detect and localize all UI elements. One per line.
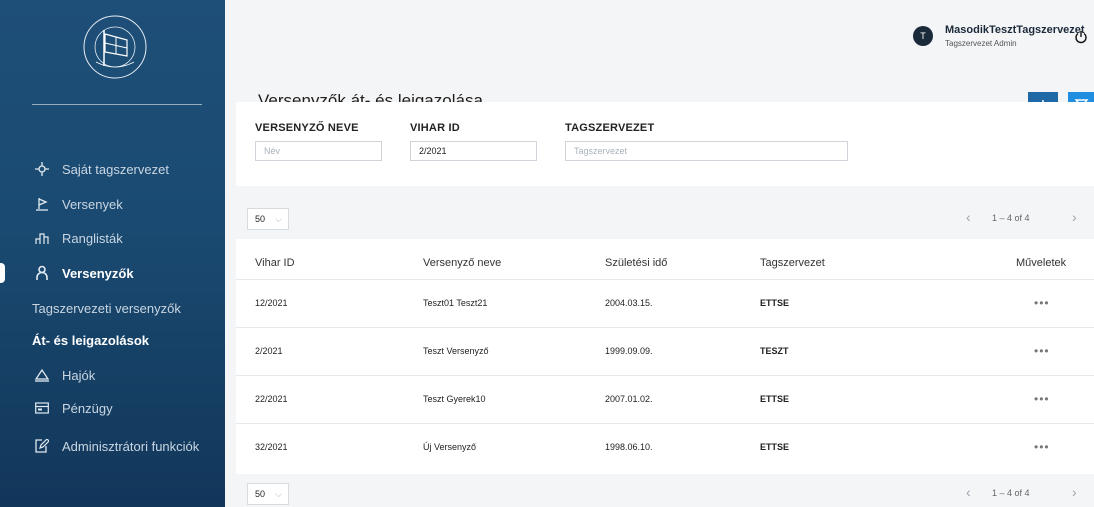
cell-vihar-id: 12/2021: [255, 298, 288, 308]
table-row[interactable]: 22/2021 Teszt Gyerek10 2007.01.02. ETTSE…: [236, 375, 1094, 423]
user-name: MasodikTesztTagszervezet: [945, 24, 1085, 36]
cell-name: Teszt Gyerek10: [423, 394, 486, 404]
user-role: Tagszervezet Admin: [945, 39, 1017, 48]
cell-birthdate: 2004.03.15.: [605, 298, 653, 308]
sidebar-item-label: Versenyek: [62, 196, 123, 212]
name-filter-input[interactable]: [255, 141, 382, 161]
cell-name: Teszt01 Teszt21: [423, 298, 488, 308]
cell-organization: ETTSE: [760, 394, 790, 404]
filter-panel: VERSENYZŐ NEVE VIHAR ID TAGSZERVEZET: [236, 102, 1094, 186]
vihar-id-filter-label: VIHAR ID: [410, 122, 460, 134]
sidebar-item-label: Hajók: [62, 367, 96, 383]
cell-organization: TESZT: [760, 346, 789, 356]
cell-birthdate: 1998.06.10.: [605, 442, 653, 452]
organization-filter-input[interactable]: [565, 141, 848, 161]
federation-logo[interactable]: [80, 12, 150, 82]
person-icon: [32, 265, 52, 281]
crosshair-icon: [32, 161, 52, 177]
cell-vihar-id: 2/2021: [255, 346, 283, 356]
sidebar-item-boats[interactable]: Hajók: [32, 364, 95, 386]
sidebar-item-competitors[interactable]: Versenyzők: [32, 262, 134, 284]
sidebar-item-finance[interactable]: Pénzügy: [32, 397, 113, 419]
cell-vihar-id: 32/2021: [255, 442, 288, 452]
sidebar-item-admin-functions[interactable]: Adminisztrátori funkciók: [32, 435, 199, 457]
cell-organization: ETTSE: [760, 298, 790, 308]
name-filter-label: VERSENYZŐ NEVE: [255, 122, 359, 134]
pager-info: 1 – 4 of 4: [992, 488, 1030, 498]
transfers-table: Vihar ID Versenyző neve Születési idő Ta…: [236, 239, 1094, 474]
sidebar-item-own-organization[interactable]: Saját tagszervezet: [32, 158, 169, 180]
vihar-id-filter-input[interactable]: [410, 141, 537, 161]
sidebar-item-label: Pénzügy: [62, 400, 113, 416]
page-size-value: 50: [255, 489, 266, 499]
podium-icon: [32, 230, 52, 246]
page-size-value: 50: [255, 214, 266, 224]
cell-birthdate: 1999.09.09.: [605, 346, 653, 356]
cell-name: Új Versenyző: [423, 442, 477, 452]
prev-page-icon[interactable]: ‹: [966, 484, 971, 500]
page-size-select-bottom[interactable]: 50 ⌵: [247, 483, 289, 505]
table-row[interactable]: 32/2021 Új Versenyző 1998.06.10. ETTSE •…: [236, 423, 1094, 471]
organization-filter-label: TAGSZERVEZET: [565, 122, 655, 134]
prev-page-icon[interactable]: ‹: [966, 209, 971, 225]
cell-birthdate: 2007.01.02.: [605, 394, 653, 404]
active-nav-marker: [0, 263, 5, 283]
edit-doc-icon: [32, 438, 52, 454]
column-header-actions: Műveletek: [1016, 257, 1067, 269]
next-page-icon[interactable]: ›: [1072, 484, 1077, 500]
more-actions-icon[interactable]: •••: [1034, 296, 1050, 310]
column-header-name[interactable]: Versenyző neve: [423, 257, 501, 269]
sidebar-subitem-member-competitors[interactable]: Tagszervezeti versenyzők: [32, 301, 181, 316]
more-actions-icon[interactable]: •••: [1034, 392, 1050, 406]
cell-name: Teszt Versenyző: [423, 346, 489, 356]
more-actions-icon[interactable]: •••: [1034, 344, 1050, 358]
cell-organization: ETTSE: [760, 442, 790, 452]
sidebar-item-label: Saját tagszervezet: [62, 161, 169, 177]
more-actions-icon[interactable]: •••: [1034, 440, 1050, 454]
power-icon[interactable]: [1074, 30, 1088, 44]
sidebar-divider: [32, 104, 202, 105]
sidebar-subitem-transfers[interactable]: Át- és leigazolások: [32, 333, 149, 348]
sidebar-item-races[interactable]: Versenyek: [32, 193, 123, 215]
chevron-down-icon: ⌵: [275, 214, 282, 224]
boat-icon: [32, 367, 52, 383]
column-header-birthdate[interactable]: Születési idő: [605, 257, 667, 269]
sidebar-item-label: Adminisztrátori funkciók: [62, 438, 200, 454]
chevron-down-icon: ⌵: [275, 489, 282, 499]
avatar[interactable]: T: [913, 26, 933, 46]
sailboat-flag-icon: [32, 196, 52, 212]
sidebar: Saját tagszervezet Versenyek Ranglisták …: [0, 0, 225, 507]
column-header-organization[interactable]: Tagszervezet: [760, 257, 825, 269]
table-row[interactable]: 12/2021 Teszt01 Teszt21 2004.03.15. ETTS…: [236, 279, 1094, 327]
page-size-select[interactable]: 50 ⌵: [247, 208, 289, 230]
cell-vihar-id: 22/2021: [255, 394, 288, 404]
sidebar-item-rankings[interactable]: Ranglisták: [32, 227, 123, 249]
sidebar-item-label: Versenyzők: [62, 265, 134, 281]
table-row[interactable]: 2/2021 Teszt Versenyző 1999.09.09. TESZT…: [236, 327, 1094, 375]
wallet-icon: [32, 400, 52, 416]
sidebar-item-label: Ranglisták: [62, 230, 123, 246]
next-page-icon[interactable]: ›: [1072, 209, 1077, 225]
column-header-vihar-id[interactable]: Vihar ID: [255, 257, 295, 269]
pager-info: 1 – 4 of 4: [992, 213, 1030, 223]
